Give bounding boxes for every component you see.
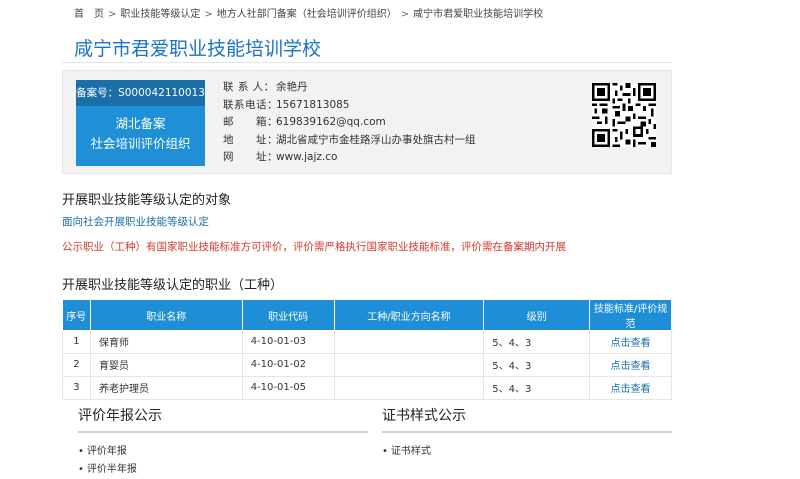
header-code: 职业代码: [242, 300, 335, 330]
contact-label: 地 址：: [223, 133, 278, 146]
table-row: 1 保育师 4-10-01-03 5、4、3 点击查看: [62, 330, 672, 354]
cell-no: 2: [62, 353, 91, 377]
breadcrumb: 首 页 > 职业技能等级认定 > 地方人社部门备案（社会培训评价组织） > 咸宁市君爱职业技…: [74, 5, 543, 20]
list-item[interactable]: 评价半年报: [78, 461, 368, 479]
title-divider: [62, 62, 672, 63]
contact-value[interactable]: www.jajz.co: [276, 151, 337, 163]
table-row: 3 养老护理员 4-10-01-05 5、4、3 点击查看: [62, 376, 672, 400]
breadcrumb-separator: >: [400, 9, 410, 20]
certificate-title: 证书样式公示: [382, 408, 466, 424]
list-item[interactable]: 证书样式: [382, 443, 672, 461]
contact-email: 邮 箱：619839162@qq.com: [223, 114, 476, 132]
cell-direction: [334, 353, 485, 377]
contact-person: 联 系 人：余艳丹: [223, 79, 476, 97]
panel-divider: [78, 431, 368, 433]
breadcrumb-local-filing[interactable]: 地方人社部门备案（社会培训评价组织）: [217, 9, 397, 20]
contact-value: 湖北省咸宁市金桂路浮山办事处旗古村一组: [276, 133, 476, 146]
contact-label: 邮 箱：: [223, 116, 278, 128]
view-standard-link[interactable]: 点击查看: [589, 330, 672, 354]
cell-name: 育婴员: [90, 353, 243, 377]
contact-label: 网 址：: [223, 151, 278, 163]
jobs-table: 序号 职业名称 职业代码 工种/职业方向名称 级别 技能标准/评价规范 1 保育…: [62, 300, 672, 400]
table-row: 2 育婴员 4-10-01-02 5、4、3 点击查看: [62, 353, 672, 377]
header-name: 职业名称: [90, 300, 243, 330]
qr-code-icon: [592, 83, 656, 147]
cell-name: 养老护理员: [90, 376, 243, 400]
evaluation-notice: 公示职业（工种）有国家职业技能标准方可评价，评价需严格执行国家职业技能标准，评价…: [62, 241, 566, 253]
registration-org-line1: 湖北备案: [115, 116, 166, 131]
section-title-target: 开展职业技能等级认定的对象: [62, 193, 232, 208]
cell-level: 5、4、3: [483, 330, 591, 354]
contact-phone: 联系电话：15671813085: [223, 97, 476, 115]
view-standard-link[interactable]: 点击查看: [589, 353, 672, 377]
cell-code: 4-10-01-02: [242, 353, 335, 377]
annual-report-title: 评价年报公示: [78, 408, 162, 424]
header-level: 级别: [483, 300, 591, 330]
breadcrumb-skill-certification[interactable]: 职业技能等级认定: [120, 9, 200, 20]
target-audience: 面向社会开展职业技能等级认定: [62, 216, 209, 228]
cell-direction: [334, 376, 485, 400]
cell-no: 1: [62, 330, 91, 354]
breadcrumb-separator: >: [108, 9, 117, 20]
section-title-jobs: 开展职业技能等级认定的职业（工种）: [62, 278, 284, 293]
header-no: 序号: [62, 300, 91, 330]
header-direction: 工种/职业方向名称: [334, 300, 485, 330]
cell-name: 保育师: [90, 330, 243, 354]
contact-value: 余艳丹: [276, 81, 308, 93]
registration-badge: 备案号：S000042110013 湖北备案 社会培训评价组织: [76, 80, 205, 166]
contact-address: 地 址：湖北省咸宁市金桂路浮山办事处旗古村一组: [223, 132, 476, 150]
header-standard: 技能标准/评价规范: [589, 300, 672, 330]
registration-org-type: 湖北备案 社会培训评价组织: [76, 106, 205, 154]
contact-list: 联 系 人：余艳丹 联系电话：15671813085 邮 箱：619839162…: [223, 79, 476, 167]
cell-no: 3: [62, 376, 91, 400]
view-standard-link[interactable]: 点击查看: [589, 376, 672, 400]
contact-value: 15671813085: [276, 98, 350, 111]
cell-code: 4-10-01-03: [242, 330, 335, 354]
contact-label: 联系电话：: [223, 98, 278, 111]
cell-code: 4-10-01-05: [242, 376, 335, 400]
certificate-list: 证书样式: [382, 443, 672, 461]
breadcrumb-separator: >: [204, 9, 213, 20]
contact-label: 联 系 人：: [223, 81, 275, 93]
annual-report-panel: 评价年报公示 评价年报 评价半年报: [78, 405, 368, 479]
contact-value: 619839162@qq.com: [276, 116, 386, 128]
list-item[interactable]: 评价年报: [78, 443, 368, 461]
certificate-panel: 证书样式公示 证书样式: [382, 405, 672, 461]
registration-org-line2: 社会培训评价组织: [90, 136, 191, 151]
registration-number: 备案号：S000042110013: [76, 80, 205, 106]
cell-level: 5、4、3: [483, 353, 591, 377]
table-header-row: 序号 职业名称 职业代码 工种/职业方向名称 级别 技能标准/评价规范: [62, 300, 672, 330]
page-title: 咸宁市君爱职业技能培训学校: [74, 38, 322, 60]
org-info-box: 备案号：S000042110013 湖北备案 社会培训评价组织 联 系 人：余艳…: [62, 70, 672, 174]
breadcrumb-current: 咸宁市君爱职业技能培训学校: [413, 9, 544, 20]
cell-level: 5、4、3: [483, 376, 591, 400]
panel-divider: [382, 431, 672, 433]
cell-direction: [334, 330, 485, 354]
breadcrumb-home[interactable]: 首 页: [74, 9, 104, 20]
contact-website: 网 址：www.jajz.co: [223, 149, 476, 167]
